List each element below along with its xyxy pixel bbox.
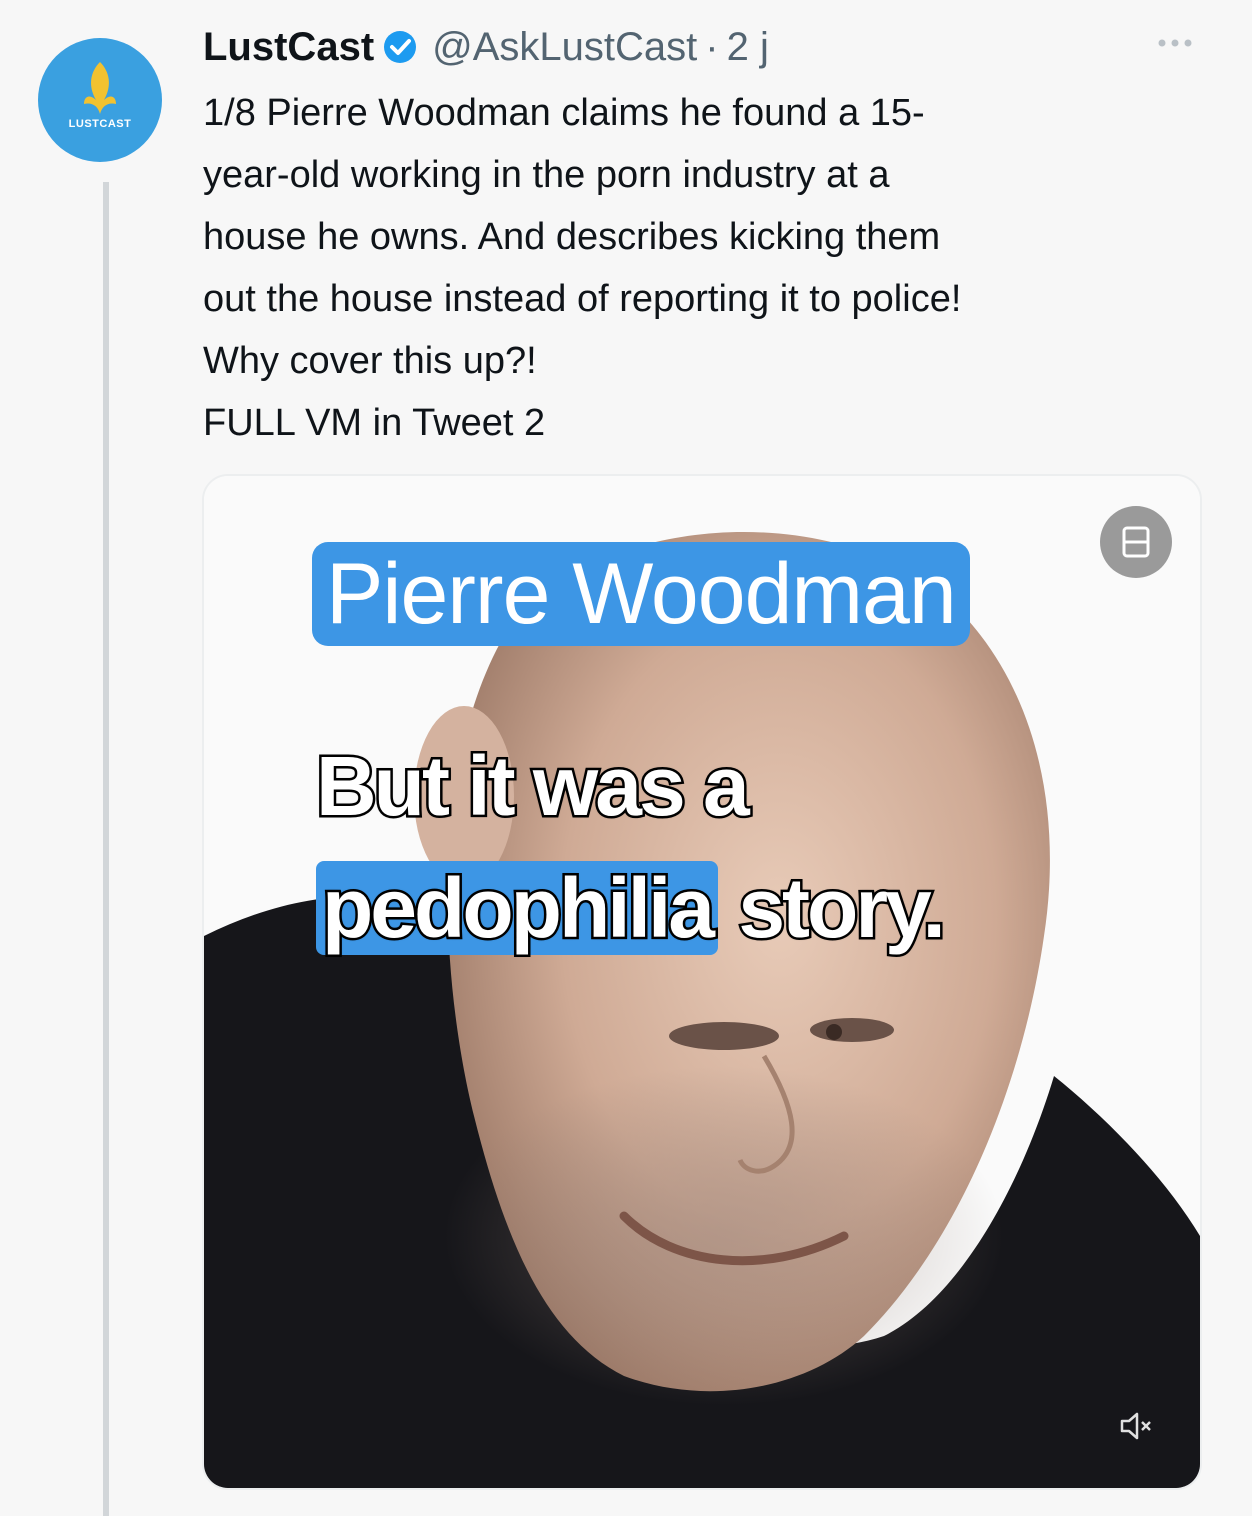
thread-connector-line bbox=[103, 182, 109, 1516]
gif-badge-icon bbox=[1100, 506, 1172, 578]
tweet-text-line: 1/8 Pierre Woodman claims he found a 15- bbox=[203, 92, 925, 134]
avatar[interactable]: LUSTCAST bbox=[38, 38, 162, 162]
lustcast-logo-icon bbox=[84, 62, 116, 114]
caption-highlight: pedophilia bbox=[316, 859, 718, 958]
video-overlay-name: Pierre Woodman bbox=[312, 542, 970, 646]
caption-rest: story. bbox=[718, 859, 949, 958]
video-caption-line1: But it was a bbox=[314, 737, 753, 836]
header-separator: · bbox=[705, 24, 719, 69]
tweet-text-line: year-old working in the porn industry at… bbox=[203, 154, 890, 196]
tweet-timestamp[interactable]: 2 j bbox=[727, 25, 769, 70]
tweet-text-line: house he owns. And describes kicking the… bbox=[203, 216, 941, 258]
tweet-text: 1/8 Pierre Woodman claims he found a 15-… bbox=[203, 82, 1213, 454]
video-media-card[interactable]: Pierre Woodman But it was a pedophilia s… bbox=[202, 474, 1202, 1490]
mute-icon[interactable] bbox=[1116, 1406, 1156, 1446]
tweet-header: LustCast @AskLustCast · 2 j bbox=[203, 22, 769, 72]
author-display-name[interactable]: LustCast bbox=[203, 25, 374, 70]
tweet-text-line: Why cover this up?! bbox=[203, 340, 537, 382]
video-caption-line2: pedophilia story. bbox=[316, 859, 949, 958]
author-handle[interactable]: @AskLustCast bbox=[432, 25, 697, 70]
verified-icon bbox=[384, 31, 417, 63]
avatar-label: LUSTCAST bbox=[68, 118, 132, 130]
tweet-text-line: FULL VM in Tweet 2 bbox=[203, 402, 546, 444]
more-icon[interactable] bbox=[1150, 28, 1200, 58]
tweet-text-line: out the house instead of reporting it to… bbox=[203, 278, 962, 320]
